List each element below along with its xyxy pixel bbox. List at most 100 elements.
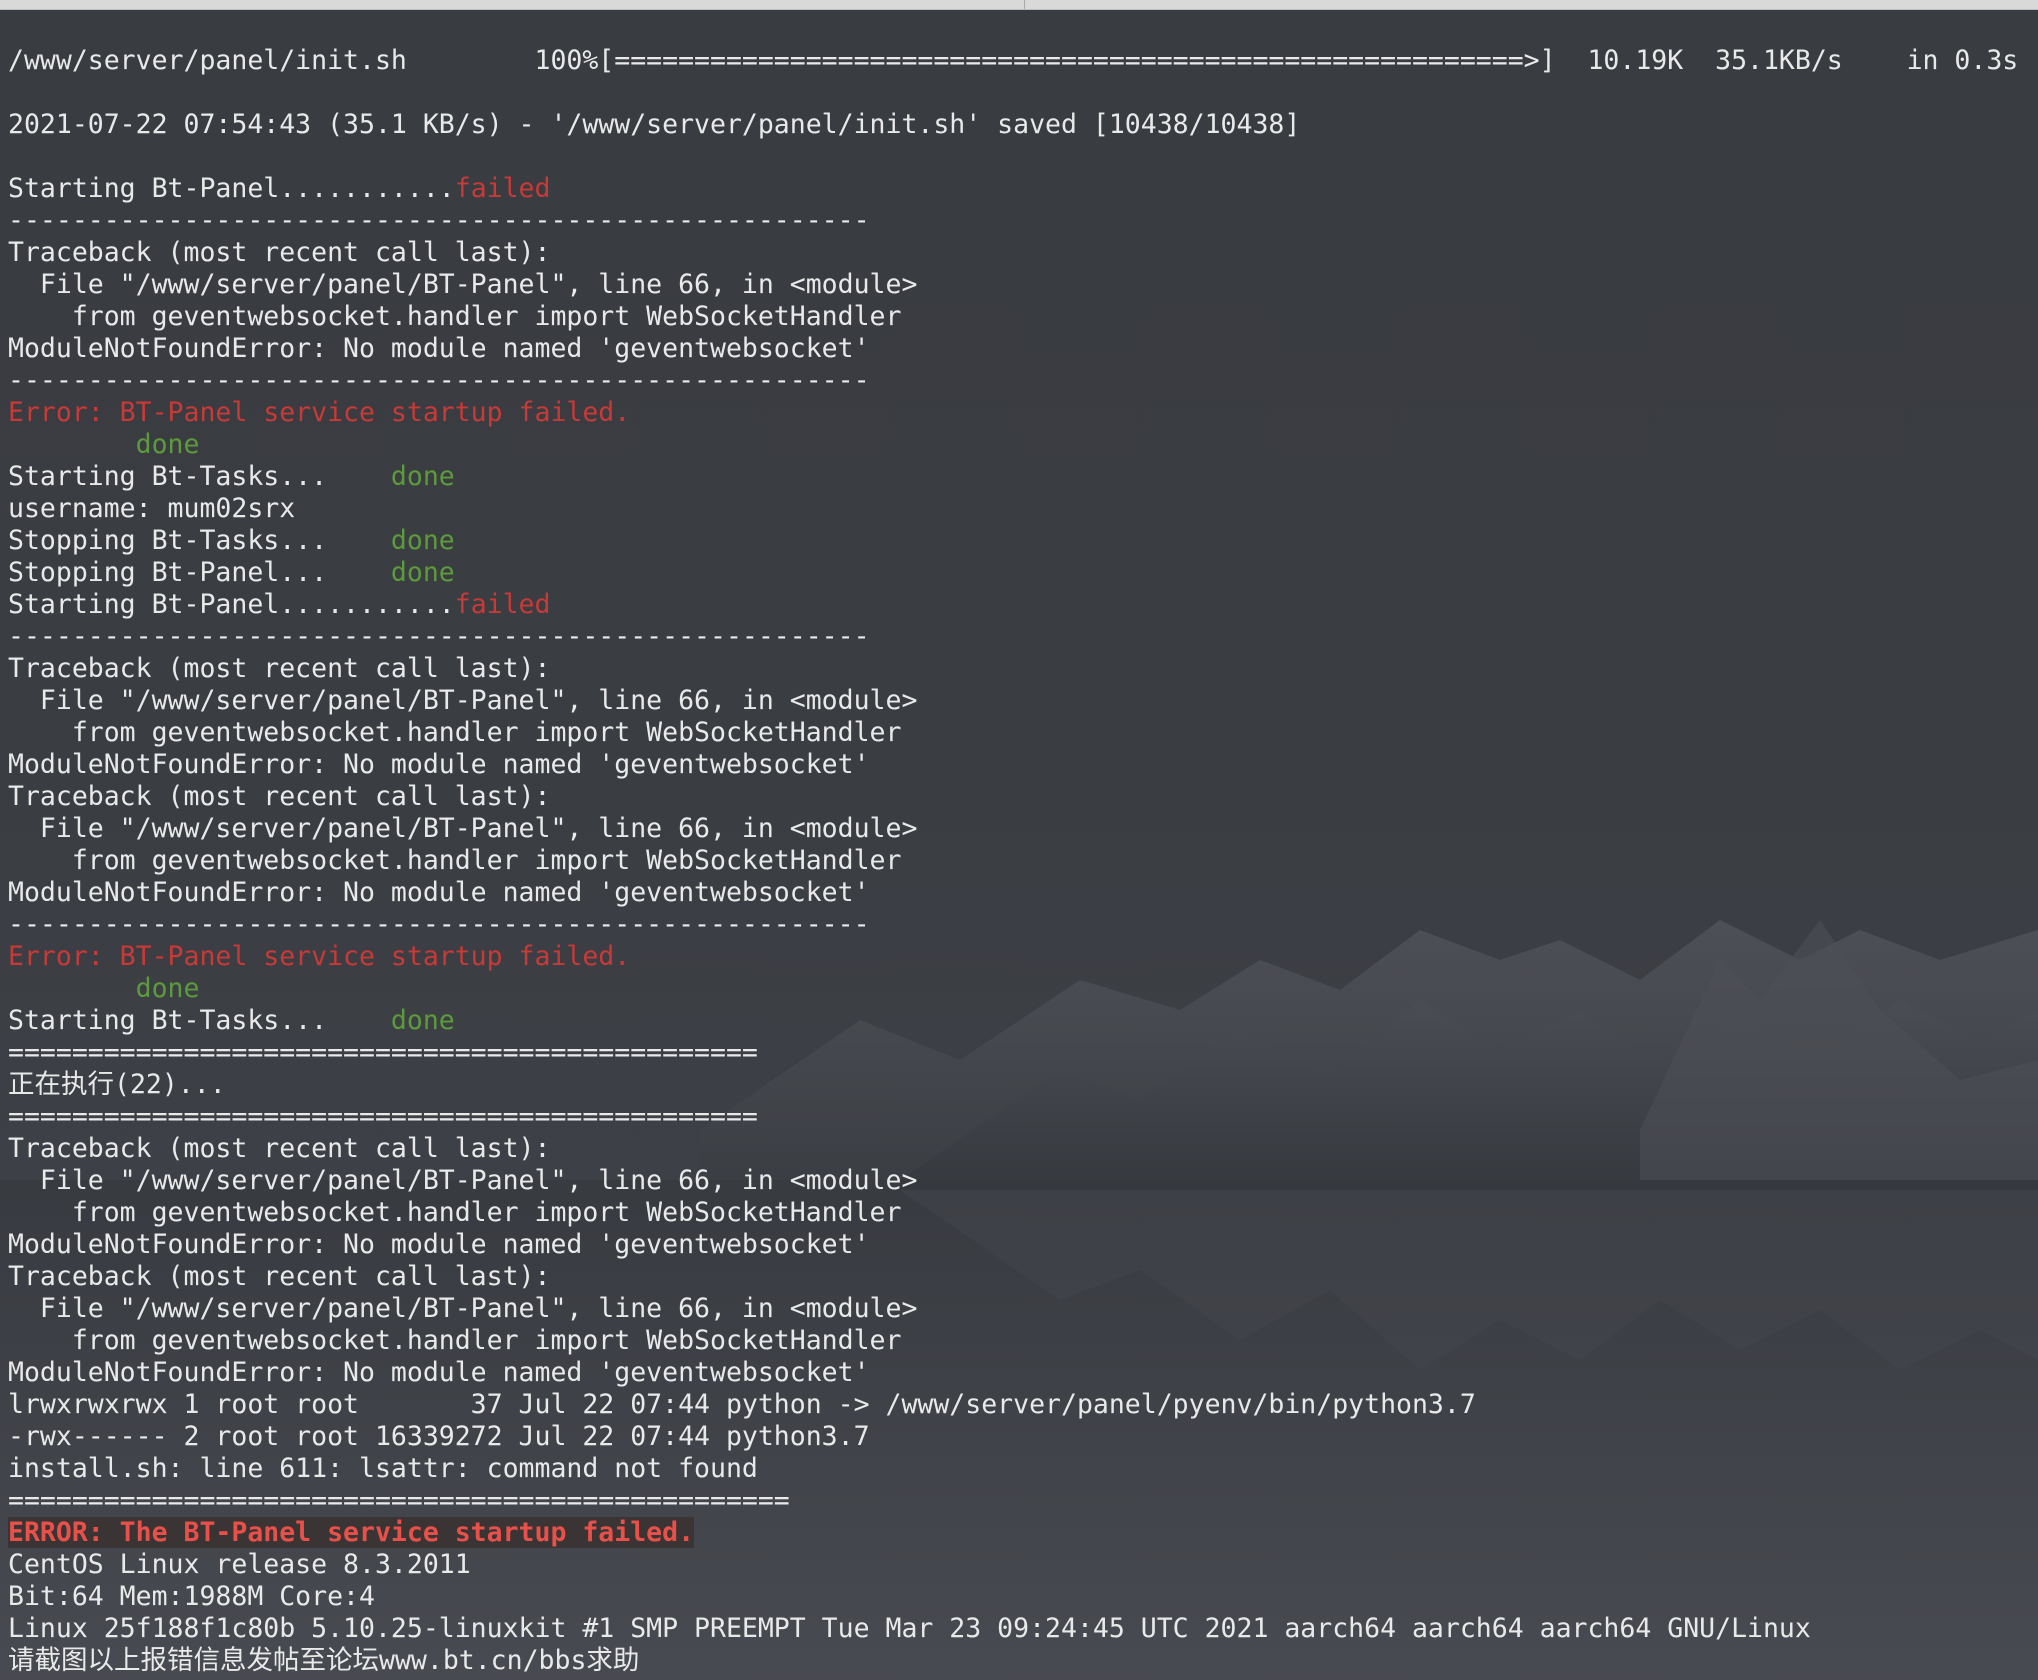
terminal-line-text: 请截图以上报错信息发帖至论坛www.bt.cn/bbs求助 — [8, 1645, 640, 1676]
terminal-line-text: ERROR: The BT-Panel service startup fail… — [8, 1517, 695, 1548]
terminal-line-text: File "/www/server/panel/BT-Panel", line … — [8, 813, 918, 844]
status-done: done — [135, 429, 200, 460]
status-done: done — [135, 973, 200, 1004]
terminal-window: /www/server/panel/init.sh 100%[=========… — [0, 0, 2038, 1680]
terminal-line-text: ModuleNotFoundError: No module named 'ge… — [8, 333, 870, 364]
terminal-line-text: Traceback (most recent call last): — [8, 781, 551, 812]
terminal-line-text: ========================================… — [8, 1485, 790, 1516]
terminal-line-text: Stopping Bt-Panel... — [8, 557, 391, 588]
terminal-line: install.sh: line 611: lsattr: command no… — [8, 1453, 2038, 1485]
terminal-line-text: File "/www/server/panel/BT-Panel", line … — [8, 685, 918, 716]
terminal-line: ========================================… — [8, 1485, 2038, 1517]
terminal-line-text: Stopping Bt-Tasks... — [8, 525, 391, 556]
terminal-line: 2021-07-22 07:54:43 (35.1 KB/s) - '/www/… — [8, 109, 2038, 141]
terminal-line: ----------------------------------------… — [8, 621, 2038, 653]
terminal-line: Traceback (most recent call last): — [8, 653, 2038, 685]
status-failed: failed — [454, 589, 551, 620]
terminal-line: File "/www/server/panel/BT-Panel", line … — [8, 269, 2038, 301]
terminal-line: Stopping Bt-Panel... done — [8, 557, 2038, 589]
terminal-output[interactable]: /www/server/panel/init.sh 100%[=========… — [0, 45, 2038, 1677]
terminal-line: Starting Bt-Tasks... done — [8, 461, 2038, 493]
terminal-line: ----------------------------------------… — [8, 205, 2038, 237]
terminal-line: Traceback (most recent call last): — [8, 1133, 2038, 1165]
terminal-line: /www/server/panel/init.sh 100%[=========… — [8, 45, 2038, 77]
terminal-line: File "/www/server/panel/BT-Panel", line … — [8, 1293, 2038, 1325]
terminal-line: Error: BT-Panel service startup failed. — [8, 397, 2038, 429]
terminal-line: Stopping Bt-Tasks... done — [8, 525, 2038, 557]
terminal-line: ModuleNotFoundError: No module named 'ge… — [8, 877, 2038, 909]
terminal-line: Error: BT-Panel service startup failed. — [8, 941, 2038, 973]
terminal-line-text: ModuleNotFoundError: No module named 'ge… — [8, 877, 870, 908]
terminal-line-text: Traceback (most recent call last): — [8, 653, 551, 684]
terminal-line: Starting Bt-Panel...........failed — [8, 589, 2038, 621]
terminal-line-text: ----------------------------------------… — [8, 205, 870, 236]
status-failed: failed — [454, 173, 551, 204]
terminal-line-text: Error: BT-Panel service startup failed. — [8, 941, 631, 972]
terminal-line-text: lrwxrwxrwx 1 root root 37 Jul 22 07:44 p… — [8, 1389, 1476, 1420]
terminal-line-text: File "/www/server/panel/BT-Panel", line … — [8, 269, 918, 300]
terminal-line-text: username: mum02srx — [8, 493, 296, 524]
terminal-line: 正在执行(22)... — [8, 1069, 2038, 1101]
terminal-line: from geventwebsocket.handler import WebS… — [8, 1325, 2038, 1357]
terminal-line: ModuleNotFoundError: No module named 'ge… — [8, 1229, 2038, 1261]
terminal-line-text: ========================================… — [8, 1037, 758, 1068]
terminal-line-text: File "/www/server/panel/BT-Panel", line … — [8, 1293, 918, 1324]
terminal-line: File "/www/server/panel/BT-Panel", line … — [8, 1165, 2038, 1197]
terminal-line-text: ----------------------------------------… — [8, 909, 870, 940]
terminal-line: Linux 25f188f1c80b 5.10.25-linuxkit #1 S… — [8, 1613, 2038, 1645]
terminal-line: ----------------------------------------… — [8, 365, 2038, 397]
terminal-line-text: ========================================… — [8, 1101, 758, 1132]
terminal-line-text: from geventwebsocket.handler import WebS… — [8, 301, 902, 332]
tab-bar[interactable] — [0, 0, 2038, 10]
status-done: done — [390, 557, 455, 588]
terminal-line-text: 2021-07-22 07:54:43 (35.1 KB/s) - '/www/… — [8, 109, 1301, 140]
terminal-line: from geventwebsocket.handler import WebS… — [8, 301, 2038, 333]
terminal-line-text: Bit:64 Mem:1988M Core:4 — [8, 1581, 375, 1612]
terminal-line: Starting Bt-Panel...........failed — [8, 173, 2038, 205]
terminal-line-text: Starting Bt-Panel........... — [8, 589, 455, 620]
terminal-line: done — [8, 429, 2038, 461]
terminal-line-text: ----------------------------------------… — [8, 365, 870, 396]
terminal-line: File "/www/server/panel/BT-Panel", line … — [8, 685, 2038, 717]
terminal-line-text: File "/www/server/panel/BT-Panel", line … — [8, 1165, 918, 1196]
terminal-line-text: from geventwebsocket.handler import WebS… — [8, 1197, 902, 1228]
terminal-line: Bit:64 Mem:1988M Core:4 — [8, 1581, 2038, 1613]
terminal-line: Traceback (most recent call last): — [8, 1261, 2038, 1293]
terminal-line: done — [8, 973, 2038, 1005]
tab-divider — [1024, 0, 1025, 9]
terminal-line-text: Traceback (most recent call last): — [8, 1261, 551, 1292]
terminal-line-text: Starting Bt-Panel........... — [8, 173, 455, 204]
terminal-line: 请截图以上报错信息发帖至论坛www.bt.cn/bbs求助 — [8, 1645, 2038, 1677]
terminal-line: ========================================… — [8, 1101, 2038, 1133]
terminal-line-text — [8, 429, 136, 460]
terminal-line: from geventwebsocket.handler import WebS… — [8, 1197, 2038, 1229]
terminal-line-text: /www/server/panel/init.sh 100%[=========… — [8, 45, 2019, 76]
terminal-line-text: Linux 25f188f1c80b 5.10.25-linuxkit #1 S… — [8, 1613, 1811, 1644]
terminal-line-text — [8, 973, 136, 1004]
terminal-line: ERROR: The BT-Panel service startup fail… — [8, 1517, 2038, 1549]
terminal-line: File "/www/server/panel/BT-Panel", line … — [8, 813, 2038, 845]
terminal-line-text: 正在执行(22)... — [8, 1069, 226, 1100]
terminal-line: CentOS Linux release 8.3.2011 — [8, 1549, 2038, 1581]
terminal-line: ========================================… — [8, 1037, 2038, 1069]
terminal-line: Starting Bt-Tasks... done — [8, 1005, 2038, 1037]
terminal-line-text: Starting Bt-Tasks... — [8, 461, 391, 492]
terminal-line: ModuleNotFoundError: No module named 'ge… — [8, 749, 2038, 781]
terminal-line: ModuleNotFoundError: No module named 'ge… — [8, 333, 2038, 365]
terminal-line: from geventwebsocket.handler import WebS… — [8, 717, 2038, 749]
terminal-line-text: ModuleNotFoundError: No module named 'ge… — [8, 749, 870, 780]
terminal-line-text: from geventwebsocket.handler import WebS… — [8, 845, 902, 876]
terminal-line-text: -rwx------ 2 root root 16339272 Jul 22 0… — [8, 1421, 870, 1452]
terminal-line: ModuleNotFoundError: No module named 'ge… — [8, 1357, 2038, 1389]
terminal-line-text: from geventwebsocket.handler import WebS… — [8, 717, 902, 748]
terminal-line: username: mum02srx — [8, 493, 2038, 525]
terminal-line-text: install.sh: line 611: lsattr: command no… — [8, 1453, 758, 1484]
terminal-line-text: from geventwebsocket.handler import WebS… — [8, 1325, 902, 1356]
terminal-line-text: Traceback (most recent call last): — [8, 237, 551, 268]
terminal-line: Traceback (most recent call last): — [8, 781, 2038, 813]
status-done: done — [390, 1005, 455, 1036]
terminal-line: ----------------------------------------… — [8, 909, 2038, 941]
terminal-line-text: ModuleNotFoundError: No module named 'ge… — [8, 1357, 870, 1388]
